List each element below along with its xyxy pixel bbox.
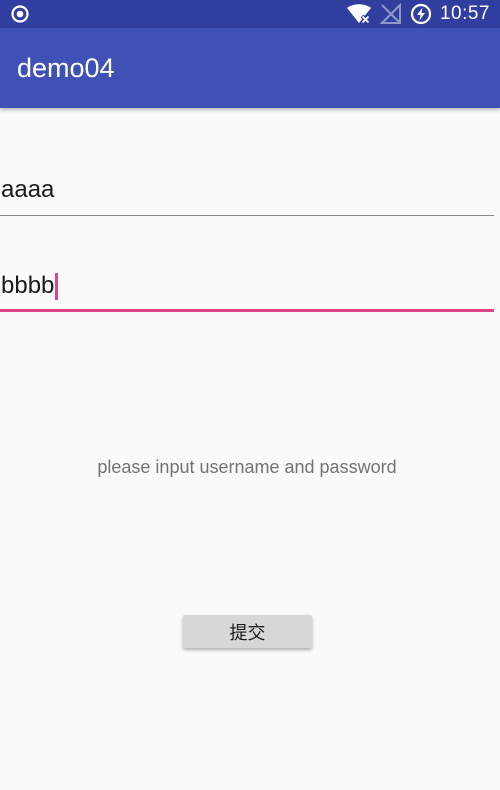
password-value-wrap: bbbb	[1, 272, 59, 300]
notification-circle-icon	[10, 4, 30, 24]
status-time: 10:57	[439, 3, 490, 24]
status-bar: 10:57	[0, 0, 500, 28]
no-signal-icon	[379, 3, 402, 25]
username-value: aaaa	[1, 176, 55, 203]
battery-charging-icon	[410, 3, 432, 25]
password-value: bbbb	[1, 272, 55, 299]
text-cursor	[55, 272, 59, 300]
status-icons: 10:57	[346, 2, 490, 26]
app-screen: 10:57 demo04 aaaa bbbb please input user…	[0, 0, 500, 790]
username-field[interactable]: aaaa	[0, 170, 494, 216]
password-underline	[0, 309, 494, 312]
submit-button[interactable]: 提交	[183, 615, 312, 648]
app-bar: demo04	[0, 28, 500, 108]
password-field[interactable]: bbbb	[0, 266, 494, 312]
app-title: demo04	[17, 53, 115, 83]
submit-button-label: 提交	[229, 622, 266, 644]
hint-text: please input username and password	[97, 457, 397, 477]
wifi-off-icon	[346, 3, 372, 25]
username-underline	[0, 215, 494, 216]
